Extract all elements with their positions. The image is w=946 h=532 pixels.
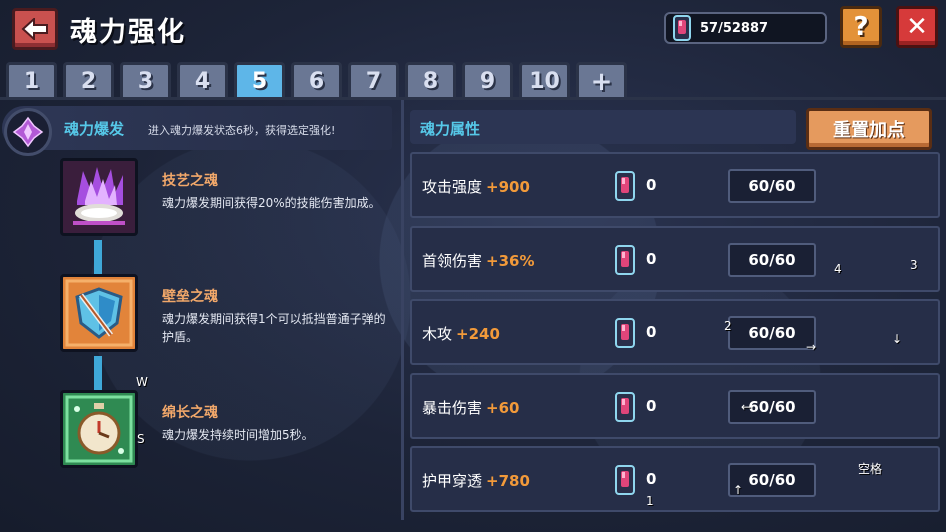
attribute-bonus: +240	[456, 325, 500, 343]
soul-name: 技艺之魂	[162, 173, 218, 189]
attribute-name: 木攻 +240	[422, 325, 500, 343]
key-hint-space: 空格	[858, 462, 883, 476]
currency-value: 57/52887	[700, 20, 769, 36]
tab-7[interactable]: 7	[348, 62, 399, 98]
soul-option-barrier[interactable]: 壁垒之魂 魂力爆发期间获得1个可以抵挡普通子弹的护盾。	[60, 274, 390, 358]
top-bar: 魂力强化 57/52887 ? ✕	[0, 0, 946, 56]
key-hint-w: W	[136, 375, 148, 389]
soul-icon-frame	[60, 274, 138, 352]
key-hint-3: 3	[910, 258, 918, 272]
attribute-level[interactable]: 60/60	[728, 169, 816, 203]
attribute-points: 0	[646, 176, 657, 194]
tab-10[interactable]: 10	[519, 62, 570, 98]
attribute-name: 暴击伤害 +60	[422, 399, 520, 417]
attribute-row[interactable]: 攻击强度 +900 0 60/60	[410, 152, 940, 218]
tab-3[interactable]: 3	[120, 62, 171, 98]
key-hint-up: ↑	[733, 483, 744, 497]
soul-currency-display: 57/52887	[664, 12, 827, 44]
soul-burst-panel: 魂力爆发 进入魂力爆发状态6秒，获得选定强化! 技艺之魂 魂力爆发期间获得20%…	[0, 100, 400, 532]
soul-description: 魂力爆发期间获得1个可以抵挡普通子弹的护盾。	[162, 312, 386, 344]
attribute-row[interactable]: 首领伤害 +36% 0 60/60	[410, 226, 940, 292]
attribute-bonus: +780	[486, 472, 530, 490]
soul-option-skill[interactable]: 技艺之魂 魂力爆发期间获得20%的技能伤害加成。	[60, 158, 390, 242]
soul-icon-frame	[60, 390, 138, 468]
soul-name: 壁垒之魂	[162, 289, 218, 305]
key-hint-left: ←	[741, 400, 752, 414]
soul-burst-icon	[4, 108, 52, 156]
tab-8[interactable]: 8	[405, 62, 456, 98]
add-tab-button[interactable]: +	[576, 62, 627, 98]
attribute-points: 0	[646, 397, 657, 415]
tab-6[interactable]: 6	[291, 62, 342, 98]
soul-icon-frame	[60, 158, 138, 236]
purple-crystal-icon	[12, 116, 44, 148]
soul-connector	[94, 240, 102, 276]
attribute-points: 0	[646, 250, 657, 268]
key-hint-1: 1	[646, 494, 654, 508]
tab-9[interactable]: 9	[462, 62, 513, 98]
key-hint-2: 2	[724, 319, 732, 333]
attribute-name: 护甲穿透 +780	[422, 472, 530, 490]
back-button[interactable]	[12, 8, 58, 50]
key-hint-right: →	[806, 340, 817, 354]
tab-4[interactable]: 4	[177, 62, 228, 98]
soul-option-duration[interactable]: 绵长之魂 魂力爆发持续时间增加5秒。	[60, 390, 390, 474]
key-hint-down: ↓	[892, 332, 903, 346]
attribute-level[interactable]: 60/60	[728, 243, 816, 277]
close-button[interactable]: ✕	[896, 6, 938, 48]
soul-connector	[94, 356, 102, 392]
soul-gem-icon	[615, 392, 635, 422]
attribute-bonus: +60	[486, 399, 520, 417]
attribute-row[interactable]: 暴击伤害 +60 0 60/60	[410, 373, 940, 439]
attribute-name: 首领伤害 +36%	[422, 252, 535, 270]
attribute-level[interactable]: 60/60	[728, 316, 816, 350]
soul-description: 魂力爆发持续时间增加5秒。	[162, 428, 314, 442]
soul-gem-icon	[615, 465, 635, 495]
page-title: 魂力强化	[70, 17, 186, 48]
shield-icon	[63, 277, 135, 349]
burst-description: 进入魂力爆发状态6秒，获得选定强化!	[148, 124, 336, 137]
loadout-tabs: 1 2 3 4 5 6 7 8 9 10 +	[6, 62, 627, 98]
tab-1[interactable]: 1	[6, 62, 57, 98]
back-arrow-icon	[21, 18, 48, 40]
tab-5[interactable]: 5	[234, 62, 285, 98]
soul-gem-icon	[673, 15, 691, 41]
attributes-header: 魂力属性	[410, 110, 796, 144]
attribute-row[interactable]: 木攻 +240 0 60/60	[410, 299, 940, 365]
burst-name: 魂力爆发	[64, 120, 125, 138]
soul-gem-icon	[615, 245, 635, 275]
attribute-row[interactable]: 护甲穿透 +780 0 60/60	[410, 446, 940, 512]
attribute-points: 0	[646, 323, 657, 341]
attribute-name: 攻击强度 +900	[422, 178, 530, 196]
key-hint-s: S	[137, 432, 145, 446]
purple-flame-icon	[63, 161, 135, 233]
stopwatch-icon	[63, 393, 135, 465]
attribute-bonus: +36%	[486, 252, 535, 270]
soul-name: 绵长之魂	[162, 405, 218, 421]
attribute-bonus: +900	[486, 178, 530, 196]
soul-description: 魂力爆发期间获得20%的技能伤害加成。	[162, 196, 381, 210]
panel-divider	[401, 100, 404, 520]
soul-gem-icon	[615, 171, 635, 201]
burst-header: 魂力爆发 进入魂力爆发状态6秒，获得选定强化!	[2, 106, 392, 156]
attributes-title: 魂力属性	[420, 120, 481, 138]
tab-2[interactable]: 2	[63, 62, 114, 98]
key-hint-4: 4	[834, 262, 842, 276]
attribute-points: 0	[646, 470, 657, 488]
reset-points-button[interactable]: 重置加点	[806, 108, 932, 150]
help-button[interactable]: ?	[840, 6, 882, 48]
soul-gem-icon	[615, 318, 635, 348]
